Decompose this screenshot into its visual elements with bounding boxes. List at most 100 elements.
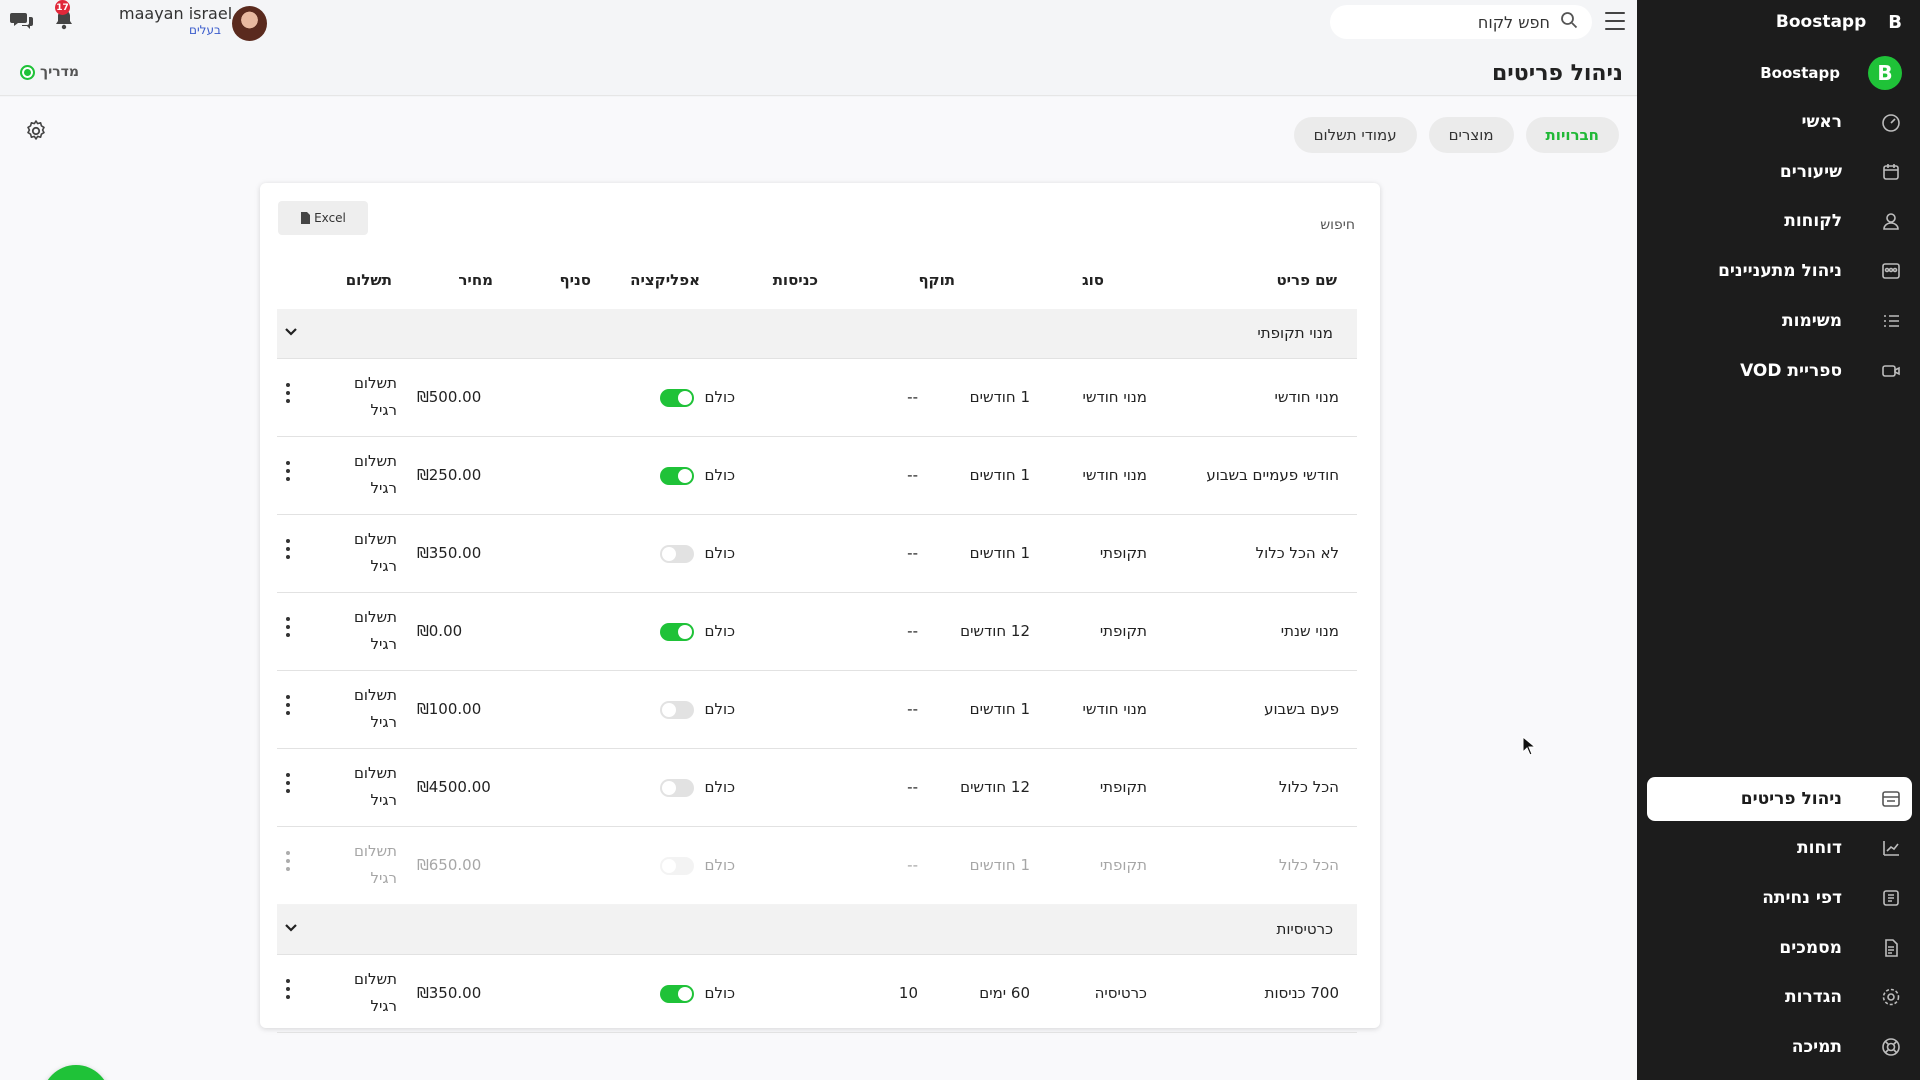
more-options-icon[interactable]: [285, 773, 291, 793]
sidebar-item[interactable]: תמיכה: [1637, 1025, 1920, 1069]
more-options-icon[interactable]: [285, 383, 291, 403]
header-validity[interactable]: תוקף: [918, 271, 955, 289]
item-name[interactable]: לא הכל כלול: [1256, 544, 1339, 562]
item-name[interactable]: מנוי חודשי: [1275, 388, 1339, 406]
table-row[interactable]: הכל כלול תקופתי 12 חודשים -- כולם ₪4500.00 תשל…: [277, 749, 1357, 827]
app-visibility-toggle[interactable]: [660, 623, 694, 641]
menu-icon[interactable]: [1605, 12, 1625, 30]
table-row[interactable]: 700 כניסות כרטיסיה 60 ימים 10 כולם ₪350.00 תשל…: [277, 955, 1357, 1033]
item-price: ₪500.00: [417, 388, 482, 406]
more-options-icon[interactable]: [285, 695, 291, 715]
sidebar-item[interactable]: דוחות: [1637, 826, 1920, 870]
more-options-icon[interactable]: [285, 461, 291, 481]
app-visibility-toggle[interactable]: [660, 467, 694, 485]
sidebar-item[interactable]: דפי נחיתה: [1637, 876, 1920, 920]
tab-payment-pages[interactable]: עמודי תשלום: [1293, 117, 1417, 153]
guide-label: מדריך: [40, 64, 79, 80]
customer-search[interactable]: [1330, 5, 1592, 39]
sidebar-item-label: ראשי: [1801, 112, 1842, 132]
tab-products[interactable]: מוצרים: [1428, 117, 1514, 153]
item-name[interactable]: פעם בשבוע: [1264, 700, 1339, 718]
more-options-icon[interactable]: [285, 539, 291, 559]
chevron-down-icon[interactable]: [283, 919, 299, 939]
sidebar-item-label: משימות: [1782, 311, 1842, 331]
item-type: כרטיסיה: [1094, 984, 1147, 1002]
guide-status-icon: [20, 64, 35, 80]
gear-icon: [1880, 986, 1902, 1008]
document-icon: [1880, 937, 1902, 959]
brand-logo[interactable]: B: [1888, 12, 1902, 33]
app-visibility-toggle[interactable]: [660, 389, 694, 407]
avatar[interactable]: [232, 6, 267, 41]
item-entries: --: [907, 778, 918, 796]
item-validity: 1 חודשים: [969, 388, 1030, 406]
group-name: כרטיסיות: [1276, 920, 1333, 938]
header-price[interactable]: מחיר: [458, 271, 493, 289]
item-price: ₪4500.00: [417, 778, 491, 796]
table-row[interactable]: מנוי שנתי תקופתי 12 חודשים -- כולם ₪0.00 תשלום…: [277, 593, 1357, 671]
item-validity: 1 חודשים: [969, 466, 1030, 484]
sidebar-item[interactable]: הגדרות: [1637, 975, 1920, 1019]
sidebar-item[interactable]: שיעורים: [1637, 150, 1920, 194]
sidebar-item-label: מסמכים: [1779, 938, 1842, 958]
app-visibility-toggle[interactable]: [660, 985, 694, 1003]
table-row[interactable]: פעם בשבוע מנוי חודשי 1 חודשים -- כולם ₪100.00…: [277, 671, 1357, 749]
sidebar-item-label: הגדרות: [1785, 987, 1842, 1007]
sidebar-item[interactable]: משימות: [1637, 299, 1920, 343]
item-name[interactable]: הכל כלול: [1279, 778, 1339, 796]
item-name[interactable]: חודשי פעמיים בשבוע: [1206, 466, 1339, 484]
sidebar-item[interactable]: לקוחות: [1637, 199, 1920, 243]
store-icon: [1880, 788, 1902, 810]
account-logo: B: [1868, 56, 1902, 90]
chevron-down-icon[interactable]: [283, 323, 299, 343]
header-payment[interactable]: תשלום: [346, 271, 392, 289]
header-name[interactable]: שם פריט: [1276, 271, 1337, 289]
sidebar-item[interactable]: ספריית VOD: [1637, 349, 1920, 393]
add-item-button[interactable]: [42, 1065, 110, 1080]
leads-icon: [1880, 260, 1902, 282]
more-options-icon[interactable]: [285, 851, 291, 871]
sidebar: Boostapp B Boostapp B ראשי שיעורים לקוחות נ…: [1637, 0, 1920, 1080]
user-name[interactable]: maayan israel: [119, 4, 232, 23]
group-header-row[interactable]: כרטיסיות: [277, 905, 1357, 955]
more-options-icon[interactable]: [285, 979, 291, 999]
app-visibility-toggle[interactable]: [660, 857, 694, 875]
sidebar-item[interactable]: מסמכים: [1637, 926, 1920, 970]
app-visibility-toggle[interactable]: [660, 701, 694, 719]
search-input[interactable]: [1350, 12, 1550, 32]
header-type[interactable]: סוג: [1082, 271, 1104, 289]
table-search-label[interactable]: חיפוש: [1320, 217, 1355, 233]
sidebar-item-label: שיעורים: [1779, 162, 1842, 182]
chart-icon: [1880, 837, 1902, 859]
sidebar-item[interactable]: ניהול מתעניינים: [1637, 249, 1920, 293]
more-options-icon[interactable]: [285, 617, 291, 637]
app-visibility-toggle[interactable]: [660, 545, 694, 563]
item-name[interactable]: הכל כלול: [1279, 856, 1339, 874]
item-name[interactable]: 700 כניסות: [1265, 984, 1339, 1002]
table-row[interactable]: מנוי חודשי מנוי חודשי 1 חודשים -- כולם ₪500.0…: [277, 359, 1357, 437]
account-switcher[interactable]: Boostapp B: [1637, 51, 1920, 95]
item-entries: 10: [898, 984, 918, 1002]
app-visibility-toggle[interactable]: [660, 779, 694, 797]
group-header-row[interactable]: מנוי תקופתי: [277, 309, 1357, 359]
settings-gear-icon[interactable]: [24, 119, 48, 147]
header-branch[interactable]: סניף: [559, 271, 591, 289]
header-app[interactable]: אפליקציה: [630, 271, 700, 289]
sidebar-item[interactable]: ראשי: [1637, 100, 1920, 144]
file-icon: [301, 212, 311, 224]
table-row[interactable]: הכל כלול תקופתי 1 חודשים -- כולם ₪650.00 תשלום…: [277, 827, 1357, 905]
item-type: מנוי חודשי: [1082, 388, 1147, 406]
item-branch: כולם: [704, 544, 736, 562]
table-row[interactable]: לא הכל כלול תקופתי 1 חודשים -- כולם ₪350.00 תש…: [277, 515, 1357, 593]
item-validity: 60 ימים: [979, 984, 1030, 1002]
search-icon[interactable]: [1560, 11, 1578, 33]
sidebar-item[interactable]: ניהול פריטים: [1647, 777, 1912, 821]
chat-icon[interactable]: [10, 10, 34, 34]
guide-toggle[interactable]: מדריך: [20, 64, 79, 80]
item-name[interactable]: מנוי שנתי: [1281, 622, 1339, 640]
table-row[interactable]: חודשי פעמיים בשבוע מנוי חודשי 1 חודשים -- כו…: [277, 437, 1357, 515]
user-icon: [1880, 210, 1902, 232]
tab-memberships[interactable]: חברויות: [1525, 117, 1619, 153]
excel-export-button[interactable]: Excel: [278, 201, 368, 235]
header-entries[interactable]: כניסות: [773, 271, 818, 289]
